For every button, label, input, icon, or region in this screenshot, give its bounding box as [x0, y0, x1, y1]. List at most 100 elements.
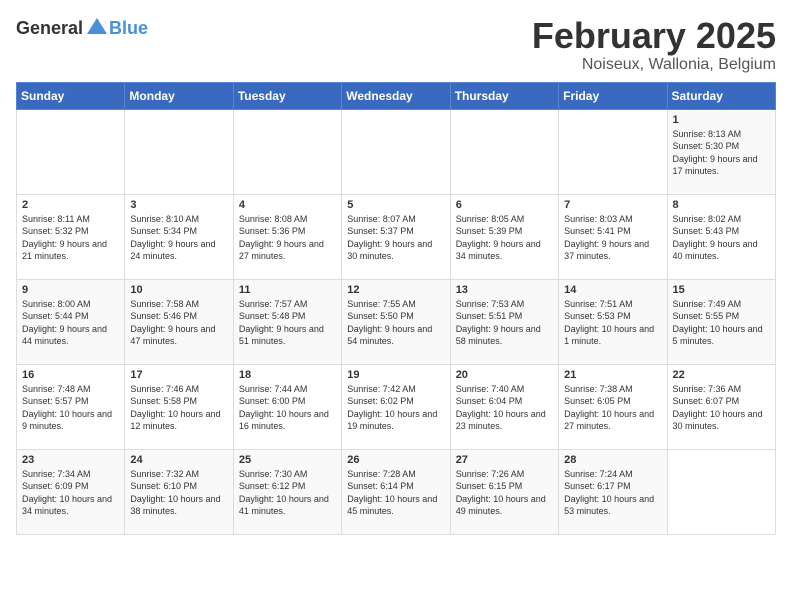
day-number: 19 [347, 369, 444, 381]
week-row-1: 2 Sunrise: 8:11 AM Sunset: 5:32 PM Daylig… [17, 194, 776, 279]
day-number: 14 [564, 284, 661, 296]
calendar-cell [559, 109, 667, 194]
calendar-table: SundayMondayTuesdayWednesdayThursdayFrid… [16, 82, 776, 535]
calendar-cell: 27 Sunrise: 7:26 AM Sunset: 6:15 PM Dayli… [450, 449, 558, 534]
day-header-friday: Friday [559, 82, 667, 109]
calendar-cell: 14Sunrise: 7:51 AM Sunset: 5:53 PM Dayli… [559, 279, 667, 364]
day-info: Sunrise: 7:30 AM Sunset: 6:12 PM Dayligh… [239, 468, 336, 518]
calendar-cell [450, 109, 558, 194]
day-info: Sunrise: 8:00 AM Sunset: 5:44 PM Dayligh… [22, 298, 119, 348]
day-info: Sunrise: 7:38 AM Sunset: 6:05 PM Dayligh… [564, 383, 661, 433]
day-number: 2 [22, 199, 119, 211]
day-number: 26 [347, 454, 444, 466]
calendar-header-row: SundayMondayTuesdayWednesdayThursdayFrid… [17, 82, 776, 109]
day-header-saturday: Saturday [667, 82, 775, 109]
day-info: Sunrise: 8:11 AM Sunset: 5:32 PM Dayligh… [22, 213, 119, 263]
day-info: Sunrise: 7:46 AM Sunset: 5:58 PM Dayligh… [130, 383, 227, 433]
calendar-cell: 26 Sunrise: 7:28 AM Sunset: 6:14 PM Dayli… [342, 449, 450, 534]
day-number: 25 [239, 454, 336, 466]
day-header-wednesday: Wednesday [342, 82, 450, 109]
day-info: Sunrise: 8:13 AM Sunset: 5:30 PM Dayligh… [673, 128, 770, 178]
logo-blue: Blue [109, 18, 148, 39]
calendar-cell: 10Sunrise: 7:58 AM Sunset: 5:46 PM Dayli… [125, 279, 233, 364]
day-number: 18 [239, 369, 336, 381]
calendar-cell: 9 Sunrise: 8:00 AM Sunset: 5:44 PM Daylig… [17, 279, 125, 364]
day-info: Sunrise: 8:07 AM Sunset: 5:37 PM Dayligh… [347, 213, 444, 263]
calendar-cell: 15 Sunrise: 7:49 AM Sunset: 5:55 PM Dayli… [667, 279, 775, 364]
calendar-cell [233, 109, 341, 194]
day-info: Sunrise: 8:02 AM Sunset: 5:43 PM Dayligh… [673, 213, 770, 263]
day-number: 13 [456, 284, 553, 296]
day-number: 24 [130, 454, 227, 466]
day-number: 20 [456, 369, 553, 381]
calendar-cell: 2 Sunrise: 8:11 AM Sunset: 5:32 PM Daylig… [17, 194, 125, 279]
day-info: Sunrise: 7:32 AM Sunset: 6:10 PM Dayligh… [130, 468, 227, 518]
calendar-cell: 19Sunrise: 7:42 AM Sunset: 6:02 PM Dayli… [342, 364, 450, 449]
day-info: Sunrise: 7:26 AM Sunset: 6:15 PM Dayligh… [456, 468, 553, 518]
day-header-sunday: Sunday [17, 82, 125, 109]
day-number: 3 [130, 199, 227, 211]
calendar-cell: 18 Sunrise: 7:44 AM Sunset: 6:00 PM Dayli… [233, 364, 341, 449]
page-header: General Blue February 2025 Noiseux, Wall… [16, 16, 776, 74]
calendar-cell: 4 Sunrise: 8:08 AM Sunset: 5:36 PM Daylig… [233, 194, 341, 279]
calendar-cell [667, 449, 775, 534]
month-title: February 2025 [532, 16, 776, 56]
calendar-cell: 20 Sunrise: 7:40 AM Sunset: 6:04 PM Dayli… [450, 364, 558, 449]
day-number: 21 [564, 369, 661, 381]
day-number: 12 [347, 284, 444, 296]
day-number: 23 [22, 454, 119, 466]
calendar-cell: 17 Sunrise: 7:46 AM Sunset: 5:58 PM Dayli… [125, 364, 233, 449]
week-row-0: 1 Sunrise: 8:13 AM Sunset: 5:30 PM Daylig… [17, 109, 776, 194]
calendar-cell: 13 Sunrise: 7:53 AM Sunset: 5:51 PM Dayli… [450, 279, 558, 364]
day-info: Sunrise: 7:40 AM Sunset: 6:04 PM Dayligh… [456, 383, 553, 433]
day-number: 11 [239, 284, 336, 296]
day-number: 22 [673, 369, 770, 381]
day-number: 16 [22, 369, 119, 381]
day-number: 1 [673, 114, 770, 126]
calendar-cell: 21 Sunrise: 7:38 AM Sunset: 6:05 PM Dayli… [559, 364, 667, 449]
day-number: 4 [239, 199, 336, 211]
day-info: Sunrise: 7:57 AM Sunset: 5:48 PM Dayligh… [239, 298, 336, 348]
day-number: 28 [564, 454, 661, 466]
title-block: February 2025 Noiseux, Wallonia, Belgium [532, 16, 776, 74]
day-number: 15 [673, 284, 770, 296]
calendar-cell: 12Sunrise: 7:55 AM Sunset: 5:50 PM Dayli… [342, 279, 450, 364]
day-info: Sunrise: 8:03 AM Sunset: 5:41 PM Dayligh… [564, 213, 661, 263]
calendar-cell: 25 Sunrise: 7:30 AM Sunset: 6:12 PM Dayli… [233, 449, 341, 534]
day-header-thursday: Thursday [450, 82, 558, 109]
day-number: 6 [456, 199, 553, 211]
day-number: 17 [130, 369, 227, 381]
calendar-cell [125, 109, 233, 194]
day-number: 8 [673, 199, 770, 211]
day-info: Sunrise: 7:34 AM Sunset: 6:09 PM Dayligh… [22, 468, 119, 518]
day-info: Sunrise: 7:48 AM Sunset: 5:57 PM Dayligh… [22, 383, 119, 433]
calendar-body: 1 Sunrise: 8:13 AM Sunset: 5:30 PM Daylig… [17, 109, 776, 534]
calendar-cell: 22 Sunrise: 7:36 AM Sunset: 6:07 PM Dayli… [667, 364, 775, 449]
calendar-cell: 23 Sunrise: 7:34 AM Sunset: 6:09 PM Dayli… [17, 449, 125, 534]
day-info: Sunrise: 8:08 AM Sunset: 5:36 PM Dayligh… [239, 213, 336, 263]
day-number: 5 [347, 199, 444, 211]
day-info: Sunrise: 7:44 AM Sunset: 6:00 PM Dayligh… [239, 383, 336, 433]
calendar-cell: 16 Sunrise: 7:48 AM Sunset: 5:57 PM Dayli… [17, 364, 125, 449]
calendar-cell: 8 Sunrise: 8:02 AM Sunset: 5:43 PM Daylig… [667, 194, 775, 279]
week-row-3: 16 Sunrise: 7:48 AM Sunset: 5:57 PM Dayli… [17, 364, 776, 449]
day-number: 7 [564, 199, 661, 211]
day-number: 9 [22, 284, 119, 296]
calendar-cell: 5 Sunrise: 8:07 AM Sunset: 5:37 PM Daylig… [342, 194, 450, 279]
day-info: Sunrise: 7:28 AM Sunset: 6:14 PM Dayligh… [347, 468, 444, 518]
day-info: Sunrise: 7:36 AM Sunset: 6:07 PM Dayligh… [673, 383, 770, 433]
logo: General Blue [16, 16, 148, 40]
location-title: Noiseux, Wallonia, Belgium [532, 56, 776, 74]
day-info: Sunrise: 7:53 AM Sunset: 5:51 PM Dayligh… [456, 298, 553, 348]
day-header-monday: Monday [125, 82, 233, 109]
calendar-cell [17, 109, 125, 194]
day-info: Sunrise: 7:49 AM Sunset: 5:55 PM Dayligh… [673, 298, 770, 348]
logo-general: General [16, 18, 83, 39]
calendar-cell: 3 Sunrise: 8:10 AM Sunset: 5:34 PM Daylig… [125, 194, 233, 279]
calendar-cell [342, 109, 450, 194]
day-info: Sunrise: 8:10 AM Sunset: 5:34 PM Dayligh… [130, 213, 227, 263]
day-info: Sunrise: 8:05 AM Sunset: 5:39 PM Dayligh… [456, 213, 553, 263]
calendar-cell: 11 Sunrise: 7:57 AM Sunset: 5:48 PM Dayli… [233, 279, 341, 364]
day-number: 27 [456, 454, 553, 466]
day-header-tuesday: Tuesday [233, 82, 341, 109]
